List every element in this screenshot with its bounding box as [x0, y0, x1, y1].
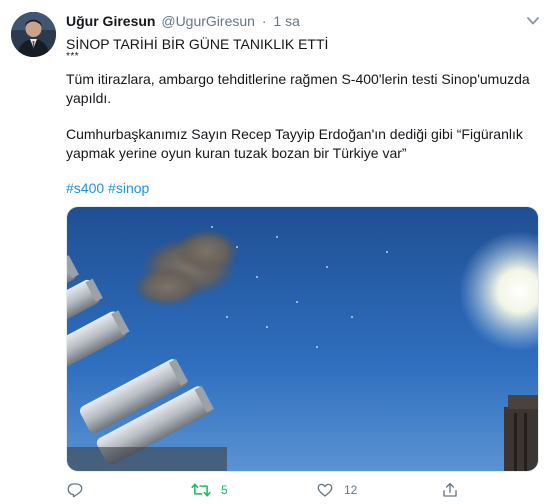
author-handle[interactable]: @UgurGiresun — [161, 13, 255, 29]
tweet-time[interactable]: 1 sa — [273, 13, 299, 29]
chevron-down-icon[interactable] — [526, 14, 540, 26]
tweet-text-line: yapıldı. — [66, 90, 112, 106]
reply-button[interactable] — [66, 480, 84, 500]
tweet-stars: *** — [66, 51, 80, 62]
tweet-text-line: Tüm itirazlara, ambargo tehditlerine rağ… — [66, 71, 530, 87]
retweet-icon — [191, 481, 211, 499]
tweet-text-line: yapmak yerine oyun kuran tuzak bozan bir… — [66, 145, 407, 161]
like-icon — [316, 481, 334, 499]
retweet-button[interactable]: 5 — [191, 480, 228, 500]
like-button[interactable]: 12 — [316, 480, 357, 500]
hashtag-link[interactable]: #sinop — [108, 180, 149, 196]
tweet-text-line: Cumhurbaşkanımız Sayın Recep Tayyip Erdo… — [66, 126, 523, 142]
hashtags: #s400 #sinop — [66, 179, 149, 198]
tweet-text-line: SİNOP TARİHİ BİR GÜNE TANIKLIK ETTİ — [66, 36, 329, 52]
separator-dot: · — [261, 13, 267, 29]
tweet-header: Uğur Giresun @UgurGiresun · 1 sa — [66, 12, 300, 30]
hashtag-link[interactable]: #s400 — [66, 180, 104, 196]
share-icon — [441, 481, 459, 499]
tweet: Uğur Giresun @UgurGiresun · 1 sa SİNOP T… — [0, 0, 554, 504]
retweet-count: 5 — [221, 483, 228, 497]
reply-icon — [66, 481, 84, 499]
like-count: 12 — [344, 483, 358, 497]
avatar[interactable] — [11, 12, 56, 57]
tweet-actions: 5 12 — [66, 480, 536, 500]
author-name[interactable]: Uğur Giresun — [66, 13, 155, 29]
tweet-media-image[interactable] — [66, 206, 539, 472]
share-button[interactable] — [441, 480, 459, 500]
